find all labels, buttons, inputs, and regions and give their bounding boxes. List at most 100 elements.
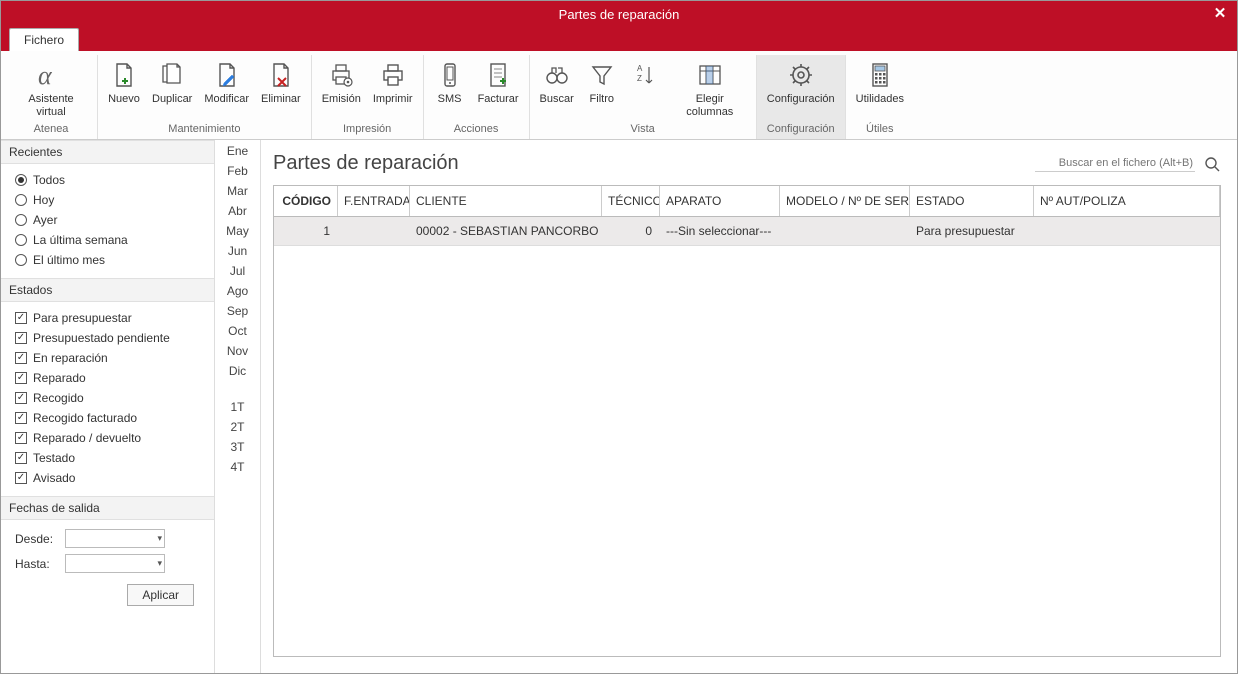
month-item[interactable]: Jun [228, 244, 247, 258]
checkbox-icon: ✓ [15, 372, 27, 384]
estados-option[interactable]: ✓Reparado / devuelto [15, 428, 204, 448]
imprimir-button[interactable]: Imprimir [367, 57, 419, 121]
sort-az-icon: AZ [630, 59, 662, 91]
col-tecnico[interactable]: TÉCNICO [602, 186, 660, 216]
panel-fechas-body: Desde: ▾ Hasta: ▾ Aplicar [1, 520, 214, 622]
sort-button[interactable]: AZ [624, 57, 668, 121]
ribbon-label: Modificar [204, 93, 249, 119]
estados-option[interactable]: ✓Reparado [15, 368, 204, 388]
month-item[interactable]: Oct [228, 324, 247, 338]
radio-icon [15, 194, 27, 206]
estados-option[interactable]: ✓En reparación [15, 348, 204, 368]
radio-icon [15, 234, 27, 246]
main-header: Partes de reparación [273, 152, 1221, 175]
col-fentrada[interactable]: F.ENTRADA [338, 186, 410, 216]
elegir-columnas-button[interactable]: Elegir columnas [668, 57, 752, 121]
modificar-button[interactable]: Modificar [198, 57, 255, 121]
grid-header: CÓDIGO F.ENTRADA CLIENTE TÉCNICO APARATO… [274, 186, 1220, 217]
option-label: Hoy [33, 193, 54, 207]
chevron-down-icon: ▾ [157, 558, 162, 569]
option-label: Todos [33, 173, 65, 187]
document-plus-icon [108, 59, 140, 91]
eliminar-button[interactable]: Eliminar [255, 57, 307, 121]
recientes-option[interactable]: Hoy [15, 190, 204, 210]
quarter-item[interactable]: 4T [230, 460, 244, 474]
month-item[interactable]: Sep [227, 304, 248, 318]
desde-row: Desde: ▾ [15, 526, 204, 551]
configuracion-button[interactable]: Configuración [761, 57, 841, 121]
ribbon-group-impresion: Emisión Imprimir Impresión [312, 55, 424, 139]
ribbon-group-atenea: α Asistente virtual Atenea [5, 55, 98, 139]
buscar-button[interactable]: Buscar [534, 57, 580, 121]
ribbon-group-label: Atenea [9, 123, 93, 137]
window-title: Partes de reparación [559, 7, 680, 22]
month-item[interactable]: Ago [227, 284, 248, 298]
quarter-item[interactable]: 3T [230, 440, 244, 454]
ribbon: α Asistente virtual Atenea Nuevo [1, 51, 1237, 140]
facturar-button[interactable]: Facturar [472, 57, 525, 121]
estados-option[interactable]: ✓Presupuestado pendiente [15, 328, 204, 348]
close-icon: ✕ [1214, 4, 1227, 22]
estados-option[interactable]: ✓Avisado [15, 468, 204, 488]
asistente-virtual-button[interactable]: α Asistente virtual [9, 57, 93, 121]
ribbon-group-vista: Buscar Filtro AZ [530, 55, 757, 139]
search-input[interactable] [1035, 155, 1195, 172]
month-item[interactable]: Nov [227, 344, 248, 358]
estados-option[interactable]: ✓Testado [15, 448, 204, 468]
hasta-input[interactable]: ▾ [65, 554, 165, 573]
utilidades-button[interactable]: Utilidades [850, 57, 910, 121]
document-delete-icon [265, 59, 297, 91]
month-item[interactable]: Jul [230, 264, 245, 278]
month-item[interactable]: May [226, 224, 249, 238]
month-item[interactable]: Dic [229, 364, 246, 378]
aplicar-button[interactable]: Aplicar [127, 584, 194, 606]
col-aparato[interactable]: APARATO [660, 186, 780, 216]
option-label: Avisado [33, 471, 75, 485]
recientes-option[interactable]: El último mes [15, 250, 204, 270]
month-item[interactable]: Ene [227, 144, 248, 158]
duplicar-button[interactable]: Duplicar [146, 57, 198, 121]
tab-fichero[interactable]: Fichero [9, 28, 79, 51]
svg-text:α: α [38, 61, 53, 90]
search-icon[interactable] [1203, 155, 1221, 173]
col-estado[interactable]: ESTADO [910, 186, 1034, 216]
emision-button[interactable]: Emisión [316, 57, 367, 121]
document-plus-icon [482, 59, 514, 91]
month-item[interactable]: Feb [227, 164, 248, 178]
col-poliza[interactable]: Nº AUT/POLIZA [1034, 186, 1220, 216]
close-button[interactable]: ✕ [1209, 3, 1231, 23]
filtro-button[interactable]: Filtro [580, 57, 624, 121]
searchbox [1035, 155, 1221, 173]
estados-option[interactable]: ✓Recogido [15, 388, 204, 408]
option-label: Para presupuestar [33, 311, 132, 325]
desde-input[interactable]: ▾ [65, 529, 165, 548]
month-item[interactable]: Abr [228, 204, 247, 218]
cell-aparato: ---Sin seleccionar--- [660, 217, 780, 245]
col-cliente[interactable]: CLIENTE [410, 186, 602, 216]
ribbon-group-acciones: SMS Facturar Acciones [424, 55, 530, 139]
option-label: El último mes [33, 253, 105, 267]
col-codigo[interactable]: CÓDIGO [274, 186, 338, 216]
checkbox-icon: ✓ [15, 412, 27, 424]
ribbon-group-label: Impresión [316, 123, 419, 137]
sms-button[interactable]: SMS [428, 57, 472, 121]
page-title: Partes de reparación [273, 152, 459, 175]
col-modelo[interactable]: MODELO / Nº DE SERIE: [780, 186, 910, 216]
columns-icon [694, 59, 726, 91]
ribbon-label: Nuevo [108, 93, 140, 119]
cell-cliente: 00002 - SEBASTIAN PANCORBO [410, 217, 602, 245]
recientes-option[interactable]: Ayer [15, 210, 204, 230]
calculator-icon [864, 59, 896, 91]
nuevo-button[interactable]: Nuevo [102, 57, 146, 121]
quarter-item[interactable]: 2T [230, 420, 244, 434]
recientes-option[interactable]: Todos [15, 170, 204, 190]
checkbox-icon: ✓ [15, 432, 27, 444]
estados-option[interactable]: ✓Para presupuestar [15, 308, 204, 328]
estados-option[interactable]: ✓Recogido facturado [15, 408, 204, 428]
recientes-option[interactable]: La última semana [15, 230, 204, 250]
month-item[interactable]: Mar [227, 184, 248, 198]
quarter-item[interactable]: 1T [230, 400, 244, 414]
table-row[interactable]: 100002 - SEBASTIAN PANCORBO0---Sin selec… [274, 217, 1220, 246]
cell-poliza [1034, 217, 1220, 245]
checkbox-icon: ✓ [15, 332, 27, 344]
